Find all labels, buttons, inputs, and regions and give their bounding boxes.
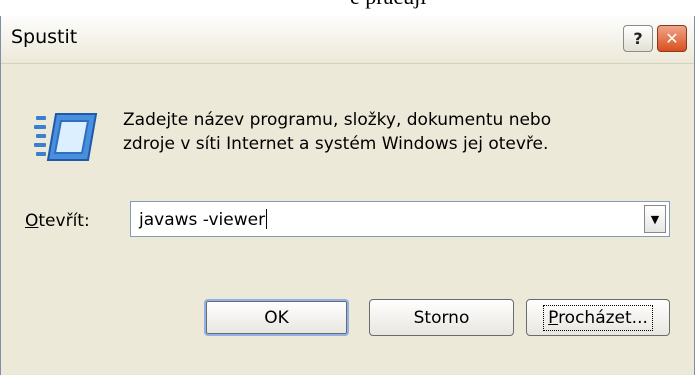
open-input-value: javaws -viewer <box>139 210 266 230</box>
open-combobox[interactable]: javaws -viewer ▼ <box>130 201 670 237</box>
text-caret <box>266 209 268 229</box>
open-label-mnemonic: O <box>25 211 39 231</box>
run-program-icon <box>34 113 98 161</box>
run-dialog: Spustit ? ✕ Zadejte název programu, slož… <box>0 16 695 375</box>
chevron-down-icon: ▼ <box>650 212 660 226</box>
close-icon: ✕ <box>665 29 679 48</box>
instruction-line-1: Zadejte název programu, složky, dokument… <box>123 110 552 130</box>
ok-button[interactable]: OK <box>204 299 349 336</box>
ok-button-label: OK <box>264 307 289 328</box>
open-label: Otevřít: <box>25 211 90 231</box>
dropdown-button[interactable]: ▼ <box>644 205 666 233</box>
help-button[interactable]: ? <box>623 25 653 52</box>
browse-button[interactable]: Procházet... <box>526 299 670 336</box>
browse-mnemonic: P <box>548 307 559 328</box>
screenshot: e pracuji Spustit ? ✕ Zadejte název prog <box>0 0 695 375</box>
title-bar[interactable]: Spustit ? ✕ <box>1 16 694 64</box>
window-title: Spustit <box>11 26 78 48</box>
cancel-button-label: Storno <box>413 307 470 328</box>
open-input[interactable]: javaws -viewer <box>139 209 268 230</box>
cancel-button[interactable]: Storno <box>369 299 514 336</box>
help-icon: ? <box>633 29 643 48</box>
instruction-line-2: zdroje v síti Internet a systém Windows … <box>123 134 549 154</box>
browse-button-label: Procházet... <box>543 304 653 331</box>
close-button[interactable]: ✕ <box>657 25 687 52</box>
background-text-fragment: e pracuji <box>350 0 426 10</box>
open-label-text: tevřít: <box>38 211 90 231</box>
browse-text: rocházet... <box>558 307 648 328</box>
instruction-text: Zadejte název programu, složky, dokument… <box>123 108 551 156</box>
